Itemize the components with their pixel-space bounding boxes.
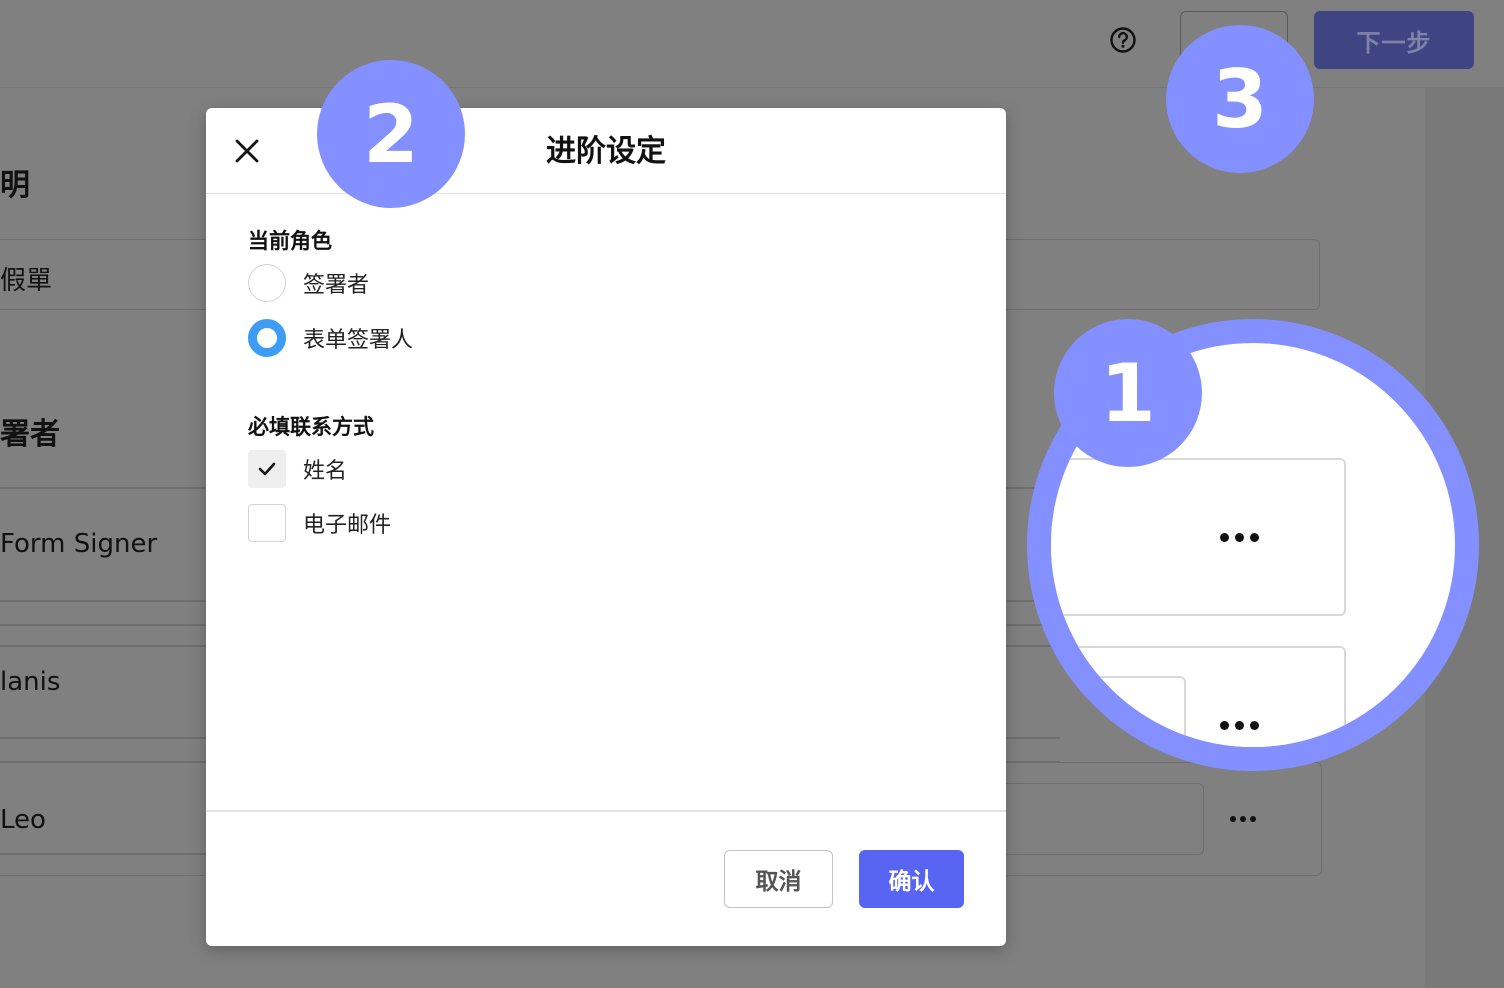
dialog-footer-divider: [206, 810, 1006, 812]
advanced-settings-dialog: 进阶设定 当前角色 签署者 表单签署人 必填联系方式 姓名 电子邮件 取消 确认: [206, 108, 1006, 946]
checkbox-checked[interactable]: [248, 450, 286, 488]
signer-name: lanis: [0, 667, 61, 697]
contact-option-name[interactable]: 姓名: [248, 449, 347, 489]
next-step-button[interactable]: 下一步: [1314, 11, 1474, 69]
contact-option-email[interactable]: 电子邮件: [248, 503, 391, 543]
zoomed-signer-card: [1051, 458, 1346, 616]
question-circle-icon[interactable]: [1109, 26, 1137, 54]
check-icon: [258, 462, 276, 476]
more-options-icon[interactable]: [1230, 816, 1256, 822]
role-option-form-signer[interactable]: 表单签署人: [248, 318, 413, 358]
contact-option-label: 姓名: [303, 459, 348, 484]
contact-option-label: 电子邮件: [303, 513, 392, 538]
step-badge-3: 3: [1166, 25, 1314, 173]
role-option-label: 表单签署人: [303, 328, 414, 353]
more-options-icon[interactable]: [1220, 721, 1259, 730]
required-contact-label: 必填联系方式: [248, 415, 374, 439]
confirm-button[interactable]: 确认: [859, 850, 964, 908]
more-options-icon[interactable]: [1220, 533, 1259, 542]
section-heading-signers: 署者: [0, 417, 60, 452]
cancel-button[interactable]: 取消: [724, 850, 833, 908]
radio-button-selected[interactable]: [248, 319, 286, 357]
description-field-value: 假單: [0, 266, 53, 296]
current-role-label: 当前角色: [248, 229, 332, 253]
radio-button[interactable]: [248, 264, 286, 302]
divider: [0, 853, 240, 855]
role-option-label: 签署者: [303, 273, 370, 298]
zoomed-input-field: [1051, 676, 1186, 747]
role-option-signer[interactable]: 签署者: [248, 263, 369, 303]
signer-name: Form Signer: [0, 529, 158, 559]
section-heading-description: 明: [0, 168, 30, 203]
close-icon[interactable]: [234, 138, 260, 164]
step-badge-1: 1: [1054, 319, 1202, 467]
checkbox[interactable]: [248, 504, 286, 542]
step-badge-2: 2: [317, 60, 465, 208]
